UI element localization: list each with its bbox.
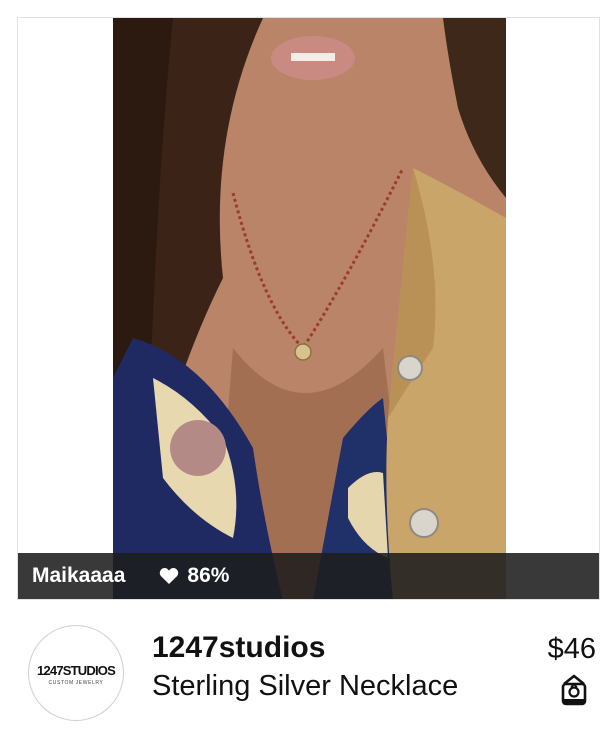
product-title[interactable]: Sterling Silver Necklace <box>152 670 458 703</box>
like-percent: 86% <box>187 564 230 587</box>
photo-illustration <box>113 18 506 599</box>
post-photo-card[interactable]: Maikaaaa 86% <box>17 17 600 600</box>
logo-tagline: CUSTOM JEWELRY <box>49 680 104 686</box>
logo-wordmark: 1247STUDIOS <box>37 663 116 678</box>
product-photo[interactable] <box>113 18 506 599</box>
product-price: $46 <box>547 633 596 665</box>
shop-avatar[interactable]: 1247STUDIOS CUSTOM JEWELRY <box>28 625 124 721</box>
post-username[interactable]: Maikaaaa <box>32 564 125 588</box>
ring-box-icon[interactable] <box>560 674 588 708</box>
shop-name[interactable]: 1247studios <box>152 631 325 665</box>
shop-logo: 1247STUDIOS CUSTOM JEWELRY <box>37 663 117 686</box>
heart-icon[interactable] <box>159 567 179 585</box>
like-rating[interactable]: 86% <box>159 564 229 588</box>
product-info-row: 1247STUDIOS CUSTOM JEWELRY 1247studios S… <box>0 600 615 737</box>
photo-caption-bar: Maikaaaa 86% <box>18 553 599 599</box>
